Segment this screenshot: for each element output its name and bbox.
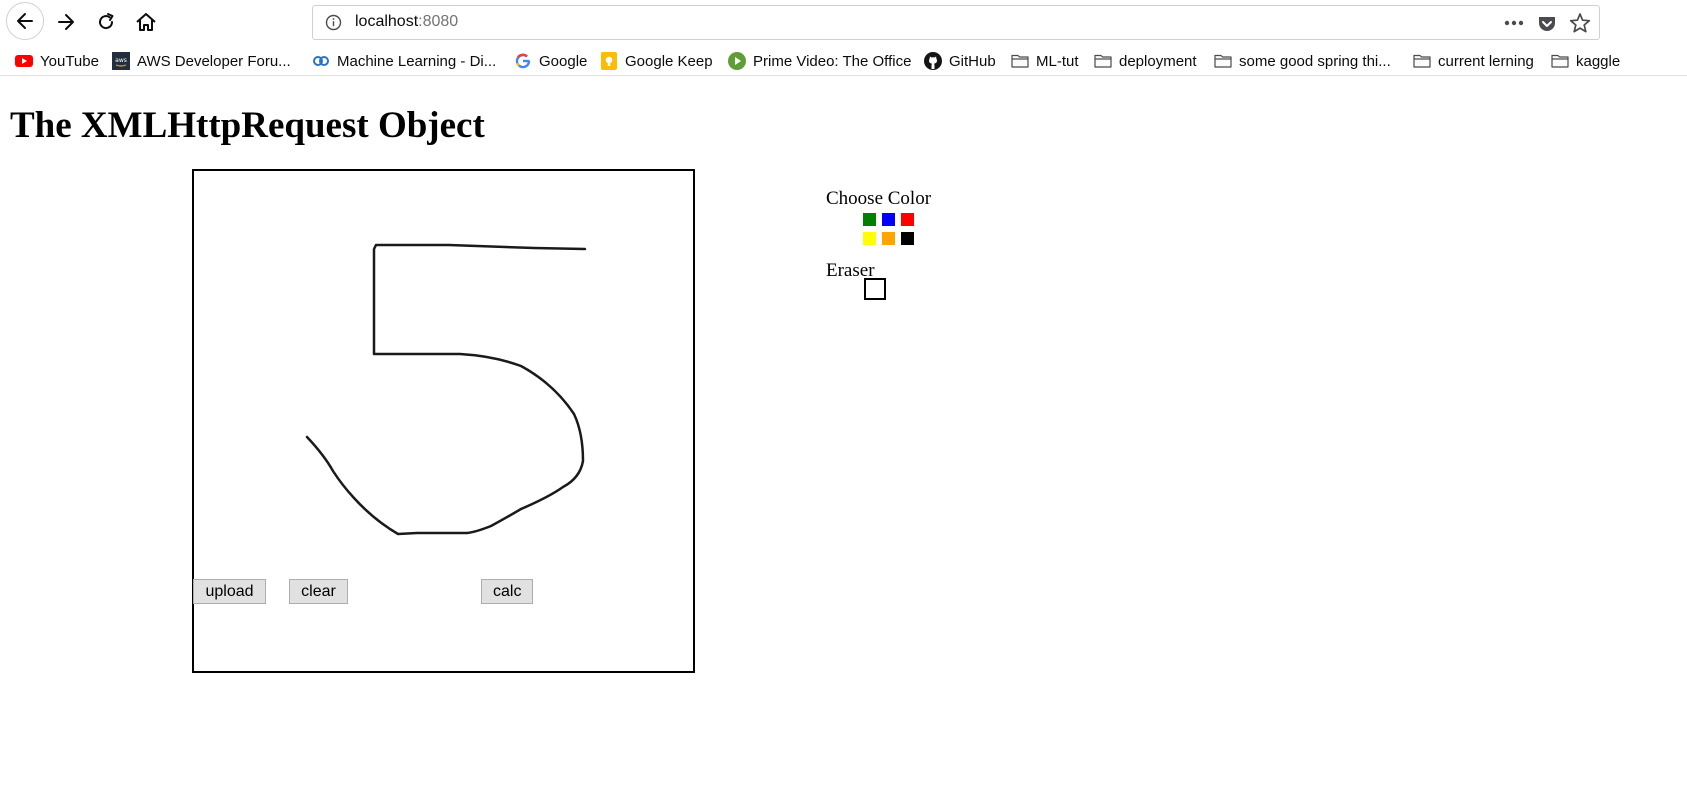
forward-button[interactable]	[48, 4, 84, 40]
bookmark-label: current lerning	[1438, 52, 1534, 70]
back-arrow-icon	[17, 13, 33, 29]
url-bar[interactable]: localhost:8080	[312, 5, 1600, 40]
bookmark-label: AWS Developer Foru...	[137, 52, 291, 70]
clear-button[interactable]: clear	[289, 579, 348, 604]
bookmark-folder-current-lerning[interactable]: current lerning	[1413, 50, 1534, 72]
bookmark-google[interactable]: Google	[514, 50, 587, 72]
url-text[interactable]: localhost:8080	[355, 13, 458, 31]
bookmark-label: deployment	[1119, 52, 1197, 70]
google-icon	[515, 53, 531, 69]
folder-icon	[1413, 54, 1431, 68]
folder-icon	[1094, 54, 1112, 68]
bookmarks-bar: YouTube aws AWS Developer Foru... Machin…	[0, 46, 1687, 76]
github-icon	[924, 52, 942, 70]
bookmark-label: Google	[539, 52, 588, 70]
bookmark-label: YouTube	[40, 52, 99, 70]
more-dots-icon[interactable]	[1503, 16, 1525, 30]
bookmark-aws[interactable]: aws AWS Developer Foru...	[112, 50, 291, 72]
choose-color-label: Choose Color	[826, 188, 932, 209]
color-swatch-orange[interactable]	[882, 232, 895, 245]
bookmark-label: Google Keep	[625, 52, 713, 70]
home-icon	[136, 13, 156, 31]
home-button[interactable]	[128, 4, 164, 40]
google-keep-icon	[601, 52, 617, 70]
folder-icon	[1214, 54, 1232, 68]
color-swatch-blue[interactable]	[882, 213, 895, 226]
info-icon[interactable]	[325, 14, 342, 31]
bookmark-google-keep[interactable]: Google Keep	[600, 50, 713, 72]
star-icon[interactable]	[1569, 12, 1591, 34]
folder-icon	[1551, 54, 1569, 68]
bookmark-youtube[interactable]: YouTube	[15, 50, 99, 72]
drawing-canvas[interactable]	[192, 169, 695, 673]
bookmark-folder-spring[interactable]: some good spring thi...	[1214, 50, 1391, 72]
handwritten-digit-stroke	[305, 243, 587, 536]
bookmark-label: some good spring thi...	[1239, 52, 1391, 70]
bookmark-label: ML-tut	[1036, 52, 1079, 70]
bookmark-label: kaggle	[1576, 52, 1621, 70]
folder-icon	[1011, 54, 1029, 68]
bookmark-folder-deployment[interactable]: deployment	[1094, 50, 1197, 72]
bookmark-label: GitHub	[949, 52, 996, 70]
pocket-icon[interactable]	[1537, 14, 1557, 34]
coursera-icon	[313, 56, 329, 66]
eraser-button[interactable]	[864, 278, 886, 300]
bookmark-folder-kaggle[interactable]: kaggle	[1551, 50, 1620, 72]
bookmark-prime-video[interactable]: Prime Video: The Office	[728, 50, 911, 72]
svg-text:aws: aws	[115, 57, 127, 64]
youtube-icon	[15, 55, 33, 67]
back-button[interactable]	[6, 2, 44, 40]
upload-button[interactable]: upload	[193, 579, 266, 604]
browser-toolbar: localhost:8080	[0, 0, 1687, 44]
calc-button[interactable]: calc	[481, 579, 533, 604]
bookmark-label: Machine Learning - Di...	[337, 52, 497, 70]
prime-video-icon	[728, 52, 746, 70]
forward-arrow-icon	[58, 14, 74, 30]
color-swatch-green[interactable]	[863, 213, 876, 226]
aws-icon: aws	[112, 52, 130, 70]
reload-icon	[99, 13, 114, 30]
color-swatch-yellow[interactable]	[863, 232, 876, 245]
bookmark-machine-learning[interactable]: Machine Learning - Di...	[312, 50, 496, 72]
bookmark-label: Prime Video: The Office	[753, 52, 912, 70]
bookmark-github[interactable]: GitHub	[924, 50, 996, 72]
url-host: localhost	[355, 13, 419, 30]
url-port: :8080	[418, 13, 459, 30]
bookmark-folder-ml-tut[interactable]: ML-tut	[1011, 50, 1079, 72]
color-swatch-red[interactable]	[901, 213, 914, 226]
reload-button[interactable]	[88, 4, 124, 40]
color-swatch-black[interactable]	[901, 232, 914, 245]
page-title: The XMLHttpRequest Object	[10, 105, 485, 146]
